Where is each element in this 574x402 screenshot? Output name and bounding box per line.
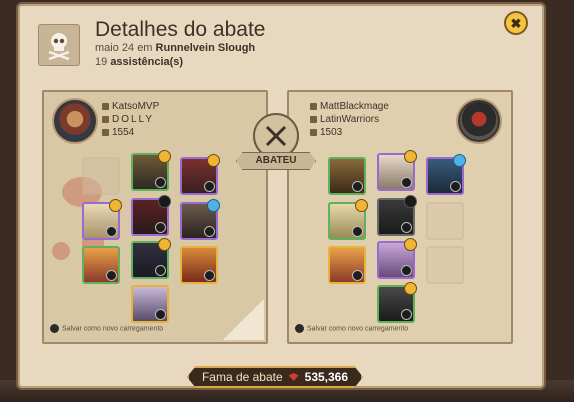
- assist-count: 19: [95, 56, 108, 68]
- victim-ip-row: 1503: [310, 127, 342, 138]
- victim-guild-row: LatinWarriors: [310, 114, 379, 125]
- equipment-slot-bag: [82, 157, 120, 195]
- enchant-icon: [404, 282, 417, 295]
- enchant-icon: [158, 195, 171, 208]
- fame-gem-icon: [288, 373, 299, 381]
- quality-icon: [155, 222, 166, 233]
- killer-save-label[interactable]: Salvar como novo carregamento: [62, 325, 163, 332]
- item-power-icon: [310, 128, 317, 136]
- quality-icon: [352, 270, 363, 281]
- equipment-slot-mount[interactable]: [131, 285, 169, 323]
- kill-fame-banner: Fama de abate 535,366: [187, 366, 363, 388]
- equipment-slot-head[interactable]: [131, 150, 171, 191]
- equipment-slot-potion[interactable]: [328, 246, 366, 284]
- kill-date: maio 24 em: [95, 42, 156, 54]
- lightning-icon: [295, 324, 304, 333]
- kill-location: Runnelvein Slough: [155, 42, 256, 54]
- quality-icon: [204, 181, 215, 192]
- item-power-icon: [102, 128, 109, 136]
- enchant-icon: [355, 199, 368, 212]
- enchant-icon: [404, 238, 417, 251]
- enchant-icon: [158, 150, 171, 163]
- killer-name[interactable]: KatsoMVP: [112, 101, 159, 112]
- quality-icon: [352, 181, 363, 192]
- quality-icon: [352, 226, 363, 237]
- victim-save-label[interactable]: Salvar como novo carregamento: [307, 325, 408, 332]
- victim-name-row: MattBlackmage: [310, 101, 389, 112]
- quality-icon: [401, 309, 412, 320]
- quality-icon: [204, 270, 215, 281]
- enchant-icon: [404, 195, 417, 208]
- equipment-slot-chest[interactable]: [131, 195, 171, 236]
- quality-icon: [155, 265, 166, 276]
- equipment-slot-mount[interactable]: [377, 282, 417, 323]
- guild-icon: [102, 115, 109, 123]
- equipment-slot-bag[interactable]: [328, 157, 366, 195]
- equipment-slot-mainhand[interactable]: [82, 199, 122, 240]
- equipment-slot-shoes[interactable]: [377, 238, 417, 279]
- quality-icon: [204, 226, 215, 237]
- fame-label: Fama de abate: [201, 370, 283, 384]
- paper-curl: [222, 300, 264, 340]
- killer-guild-row: DOLLY: [102, 114, 154, 125]
- quality-icon: [401, 177, 412, 188]
- victim-save-loadout[interactable]: Salvar como novo carregamento: [295, 324, 408, 333]
- killed-label: ABATEU: [236, 152, 316, 170]
- kill-date-location: maio 24 em Runnelvein Slough: [95, 42, 255, 54]
- skull-icon: [38, 24, 80, 66]
- close-button[interactable]: ✖: [504, 11, 528, 35]
- page-title: Detalhes do abate: [95, 18, 266, 41]
- equipment-slot-cape[interactable]: [180, 154, 220, 195]
- killer-name-row: KatsoMVP: [102, 101, 159, 112]
- player-icon: [102, 102, 109, 110]
- player-icon: [310, 102, 317, 110]
- assist-label: assistência(s): [110, 56, 184, 68]
- fame-value: 535,366: [304, 370, 349, 384]
- quality-icon: [450, 181, 461, 192]
- quality-icon: [401, 222, 412, 233]
- fork-knife-icon: [426, 246, 464, 284]
- victim-avatar[interactable]: [458, 100, 500, 142]
- enchant-icon: [404, 150, 417, 163]
- quality-icon: [155, 177, 166, 188]
- equipment-slot-offhand[interactable]: [180, 199, 220, 240]
- enchant-icon: [109, 199, 122, 212]
- enchant-icon: [207, 154, 220, 167]
- quality-icon: [106, 270, 117, 281]
- lightning-icon: [50, 324, 59, 333]
- quality-icon: [155, 309, 166, 320]
- quality-icon: [401, 265, 412, 276]
- equipment-slot-mainhand[interactable]: [328, 199, 368, 240]
- assist-info: 19 assistência(s): [95, 56, 183, 68]
- victim-ip: 1503: [320, 127, 343, 138]
- enchant-icon: [207, 199, 220, 212]
- killer-avatar[interactable]: [54, 100, 96, 142]
- equipment-slot-offhand: [426, 202, 464, 240]
- equipment-slot-chest[interactable]: [377, 195, 417, 236]
- victim-guild[interactable]: LatinWarriors: [320, 114, 379, 125]
- killer-save-loadout[interactable]: Salvar como novo carregamento: [50, 324, 163, 333]
- equipment-slot-head[interactable]: [377, 150, 417, 191]
- equipment-slot-potion[interactable]: [82, 246, 120, 284]
- enchant-icon: [158, 238, 171, 251]
- killer-ip-row: 1554: [102, 127, 134, 138]
- equipment-slot-cape[interactable]: [426, 154, 466, 195]
- killer-ip: 1554: [112, 127, 135, 138]
- victim-name[interactable]: MattBlackmage: [320, 101, 389, 112]
- quality-icon: [106, 226, 117, 237]
- equipment-slot-shoes[interactable]: [131, 238, 171, 279]
- guild-icon: [310, 115, 317, 123]
- blood-splatter: [52, 242, 70, 260]
- equipment-slot-food[interactable]: [180, 246, 218, 284]
- killer-guild[interactable]: DOLLY: [112, 114, 154, 125]
- enchant-icon: [453, 154, 466, 167]
